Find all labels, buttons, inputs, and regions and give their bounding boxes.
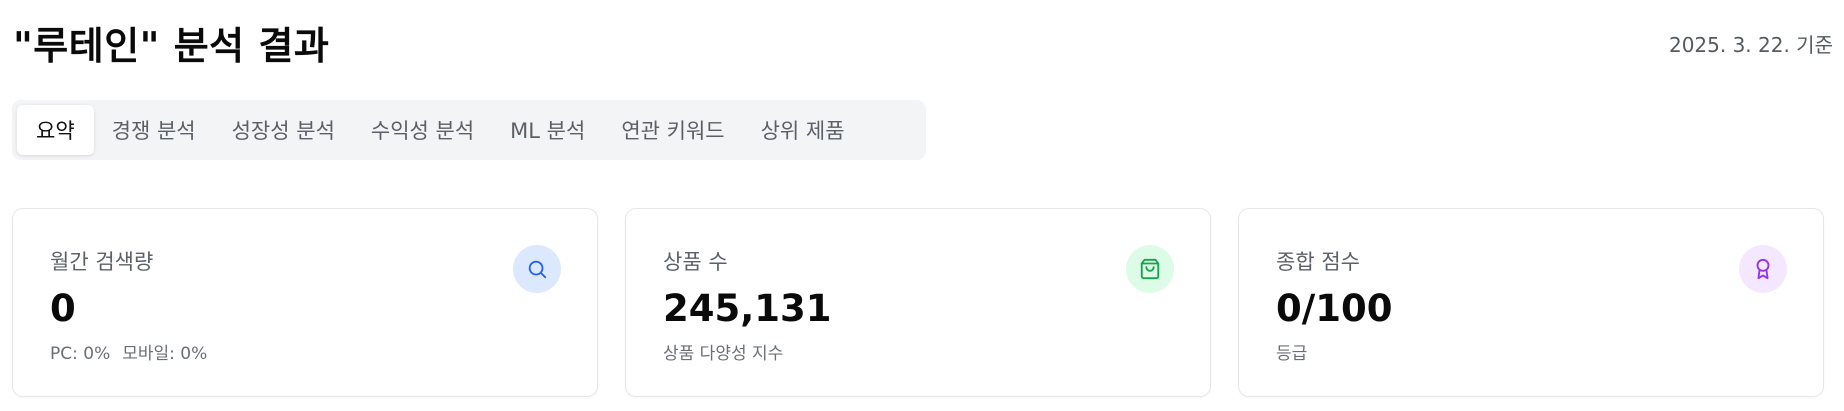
- tab-summary[interactable]: 요약: [17, 105, 94, 155]
- page-title: "루테인" 분석 결과: [13, 24, 330, 68]
- award-icon: [1739, 245, 1787, 293]
- tab-ml-analysis[interactable]: ML 분석: [492, 105, 603, 155]
- date-label: 2025. 3. 22. 기준: [1668, 33, 1833, 57]
- tab-top-products[interactable]: 상위 제품: [743, 105, 863, 155]
- search-volume-breakdown: PC: 0% 모바일: 0%: [50, 339, 219, 364]
- product-count-card: 상품 수 245,131 상품 다양성 지수: [625, 208, 1211, 397]
- product-count-label: 상품 수: [663, 250, 728, 274]
- product-diversity-index: 상품 다양성 지수: [663, 344, 784, 364]
- product-count-value: 245,131: [663, 287, 832, 330]
- tab-related-keywords[interactable]: 연관 키워드: [603, 105, 742, 155]
- search-volume-value: 0: [50, 287, 76, 330]
- shopping-bag-icon: [1126, 245, 1174, 293]
- pc-share: PC: 0%: [50, 344, 111, 364]
- total-score-label: 종합 점수: [1276, 250, 1360, 274]
- grade-label: 등급: [1276, 344, 1308, 364]
- search-volume-card: 월간 검색량 0 PC: 0% 모바일: 0%: [12, 208, 598, 397]
- mobile-share: 모바일: 0%: [122, 344, 208, 364]
- search-icon: [513, 245, 561, 293]
- total-score-card: 종합 점수 0/100 등급: [1238, 208, 1824, 397]
- total-score-value: 0/100: [1276, 287, 1393, 330]
- tab-competition-analysis[interactable]: 경쟁 분석: [94, 105, 214, 155]
- search-volume-label: 월간 검색량: [50, 250, 154, 274]
- tab-bar: 요약 경쟁 분석 성장성 분석 수익성 분석 ML 분석 연관 키워드 상위 제…: [12, 100, 926, 160]
- tab-profitability-analysis[interactable]: 수익성 분석: [353, 105, 492, 155]
- tab-growth-analysis[interactable]: 성장성 분석: [214, 105, 353, 155]
